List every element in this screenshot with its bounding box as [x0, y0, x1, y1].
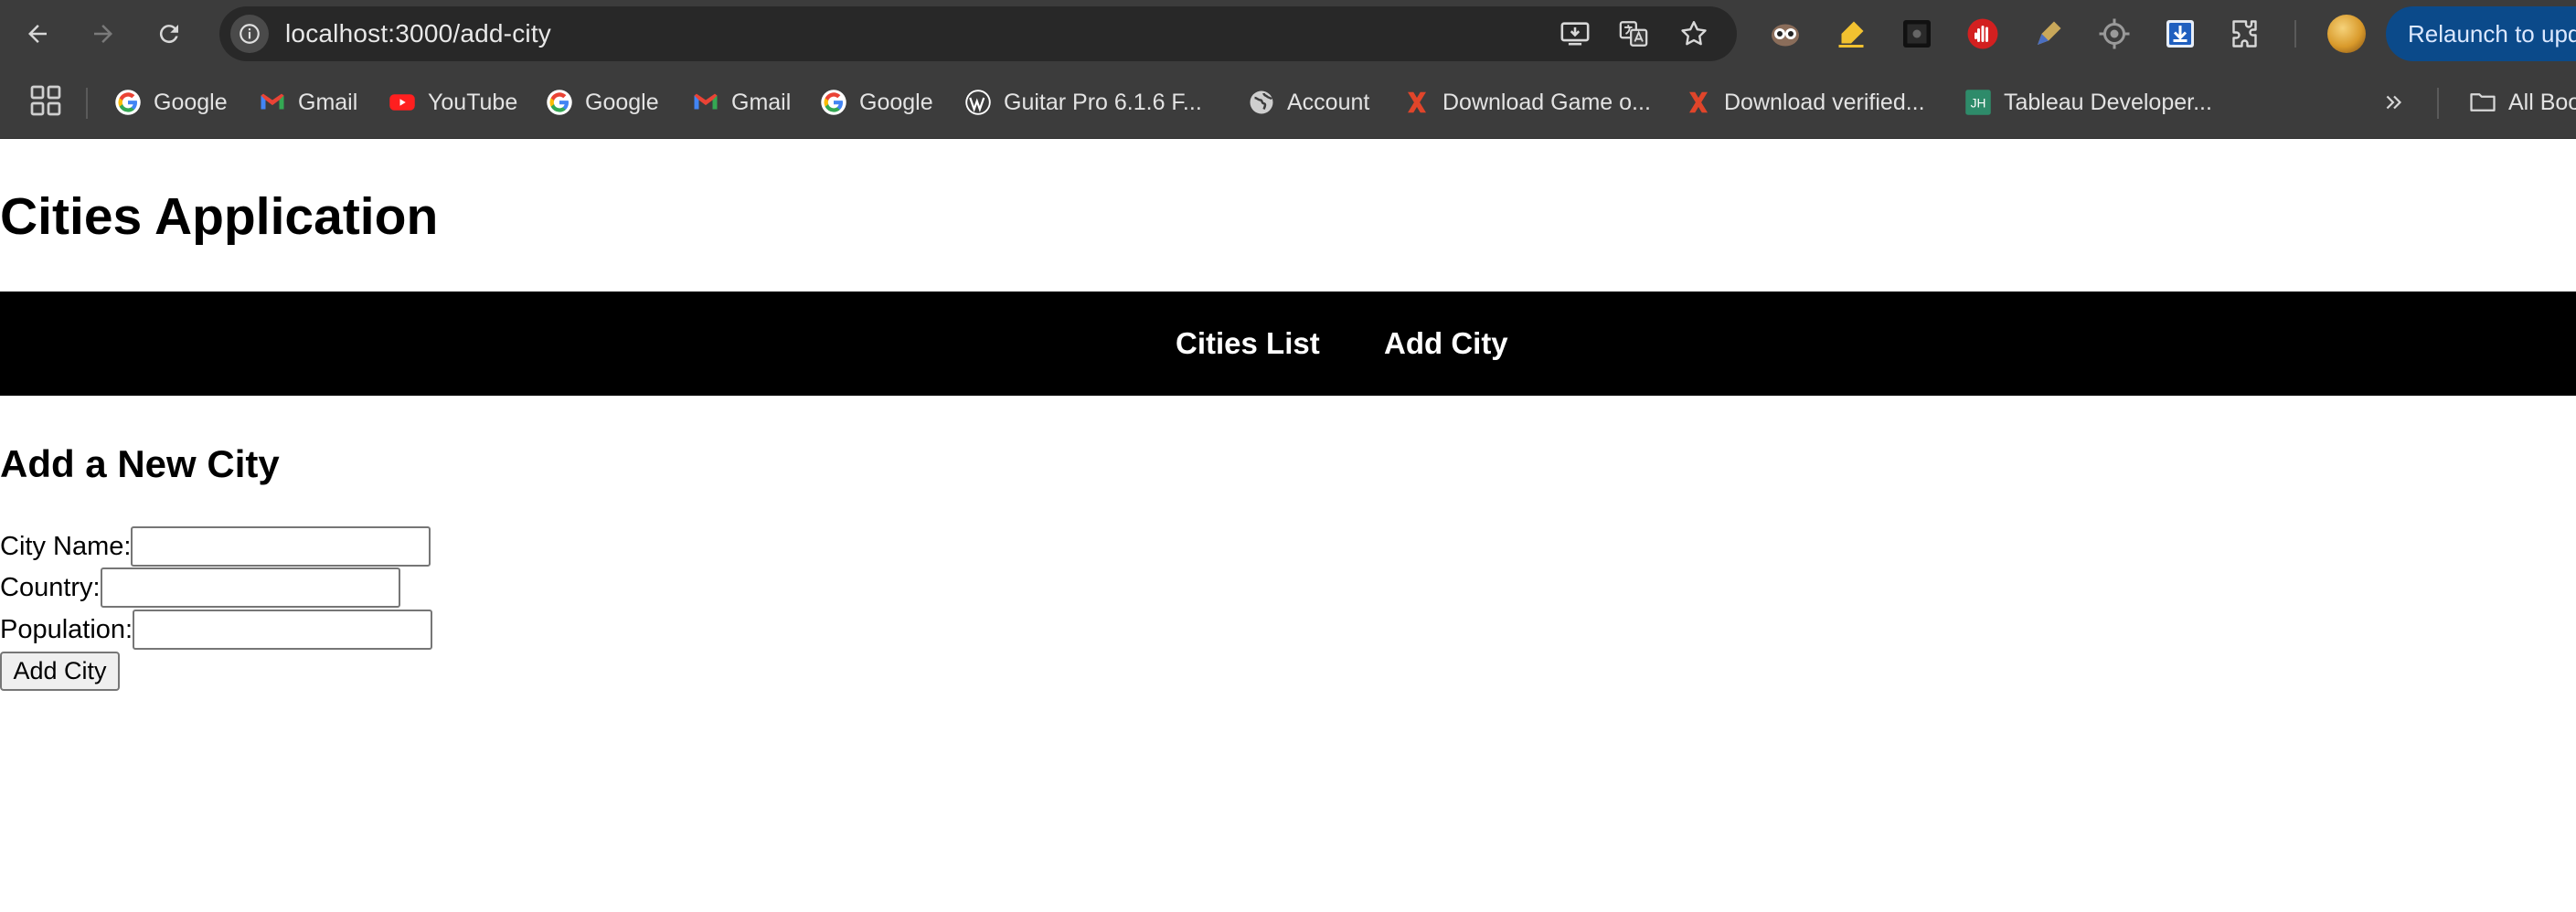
browser-toolbar: localhost:3000/add-city Relaunch to upda…	[0, 0, 2576, 68]
bookmark-google[interactable]: Google	[819, 84, 933, 121]
reload-button[interactable]	[144, 9, 194, 58]
toolbar-divider	[2294, 20, 2296, 48]
svg-text:JH: JH	[1971, 97, 1986, 111]
apps-grid-icon[interactable]	[29, 84, 62, 117]
forward-button[interactable]	[79, 9, 128, 58]
bookmark-label: All Bookmarks	[2508, 89, 2576, 115]
bookmark-google[interactable]: Google	[545, 84, 659, 121]
bookmark-label: YouTube	[428, 89, 518, 115]
youtube-icon	[388, 88, 417, 117]
relaunch-button[interactable]: Relaunch to update	[2386, 6, 2576, 61]
bookmarks-overflow-button[interactable]	[2382, 84, 2406, 121]
add-city-submit-button[interactable]: Add City	[0, 652, 120, 691]
site-info-icon[interactable]	[230, 15, 269, 53]
extension-highlighter-icon[interactable]	[1834, 16, 1868, 51]
bookmarks-divider	[86, 88, 88, 119]
bookmark-account[interactable]: Account	[1247, 84, 1369, 121]
extension-block-hand-icon[interactable]	[1965, 16, 2000, 51]
bookmark-youtube[interactable]: YouTube	[388, 84, 517, 121]
city-name-input[interactable]	[131, 526, 431, 567]
extensions-puzzle-icon[interactable]	[2229, 16, 2263, 51]
bookmark-label: Gmail	[731, 89, 792, 115]
address-bar[interactable]: localhost:3000/add-city	[219, 6, 1737, 61]
wordpress-icon	[963, 88, 993, 117]
jh-icon: JH	[1964, 88, 1993, 117]
bookmark-label: Gmail	[298, 89, 358, 115]
google-icon	[113, 88, 143, 117]
extension-download-icon[interactable]	[2163, 16, 2198, 51]
bookmarks-divider	[2437, 88, 2439, 119]
main-nav: Cities List Add City	[0, 292, 2576, 396]
profile-avatar[interactable]	[2327, 15, 2366, 53]
bookmark-gmail[interactable]: Gmail	[691, 84, 791, 121]
back-button[interactable]	[13, 9, 62, 58]
gmail-icon	[691, 88, 720, 117]
bookmark-download-game[interactable]: Download Game o...	[1402, 84, 1651, 121]
gmail-icon	[258, 88, 287, 117]
country-label: Country:	[0, 572, 101, 602]
arrow-right-icon	[94, 25, 112, 43]
x-logo-icon	[1402, 88, 1432, 117]
bookmark-tableau[interactable]: JH Tableau Developer...	[1964, 84, 2212, 121]
bookmark-label: Google	[154, 89, 228, 115]
reload-icon	[159, 25, 178, 44]
bookmark-label: Guitar Pro 6.1.6 F...	[1004, 89, 1202, 115]
extension-dark-icon[interactable]	[1900, 16, 1934, 51]
bookmark-download-verified[interactable]: Download verified...	[1684, 84, 1925, 121]
globe-icon	[1247, 88, 1276, 117]
section-title: Add a New City	[0, 442, 280, 485]
bookmark-guitar-pro[interactable]: Guitar Pro 6.1.6 F...	[963, 84, 1202, 121]
bookmark-label: Download verified...	[1724, 89, 1925, 115]
bookmark-google[interactable]: Google	[113, 84, 228, 121]
country-row: Country:	[0, 567, 400, 609]
extension-target-icon[interactable]	[2097, 16, 2132, 51]
bookmark-star-icon[interactable]	[1678, 18, 1709, 49]
extension-pen-icon[interactable]	[2031, 16, 2066, 51]
city-name-row: City Name:	[0, 525, 431, 567]
folder-icon	[2468, 88, 2497, 117]
city-name-label: City Name:	[0, 531, 132, 561]
install-app-icon[interactable]	[1559, 18, 1591, 49]
arrow-left-icon	[28, 25, 47, 43]
nav-link-add-city[interactable]: Add City	[1384, 292, 1508, 396]
page-title: Cities Application	[0, 187, 439, 246]
double-chevron-right-icon	[2386, 95, 2402, 110]
nav-link-cities-list[interactable]: Cities List	[1176, 292, 1320, 396]
bookmark-label: Google	[859, 89, 933, 115]
url-text[interactable]: localhost:3000/add-city	[285, 6, 551, 61]
bookmarks-bar: Google Gmail YouTube Google Gmail Google…	[0, 68, 2576, 139]
bookmark-label: Tableau Developer...	[2004, 89, 2212, 115]
country-input[interactable]	[100, 567, 400, 608]
all-bookmarks-folder[interactable]: All Bookmarks	[2468, 84, 2576, 121]
google-icon	[819, 88, 848, 117]
extension-owl-icon[interactable]	[1768, 16, 1803, 51]
population-row: Population:	[0, 609, 433, 651]
translate-icon[interactable]	[1618, 18, 1649, 49]
google-icon	[545, 88, 574, 117]
bookmark-gmail[interactable]: Gmail	[258, 84, 357, 121]
x-logo-icon	[1684, 88, 1713, 117]
bookmark-label: Google	[585, 89, 659, 115]
population-label: Population:	[0, 614, 133, 644]
bookmark-label: Download Game o...	[1442, 89, 1651, 115]
bookmark-label: Account	[1287, 89, 1370, 115]
population-input[interactable]	[133, 610, 433, 650]
